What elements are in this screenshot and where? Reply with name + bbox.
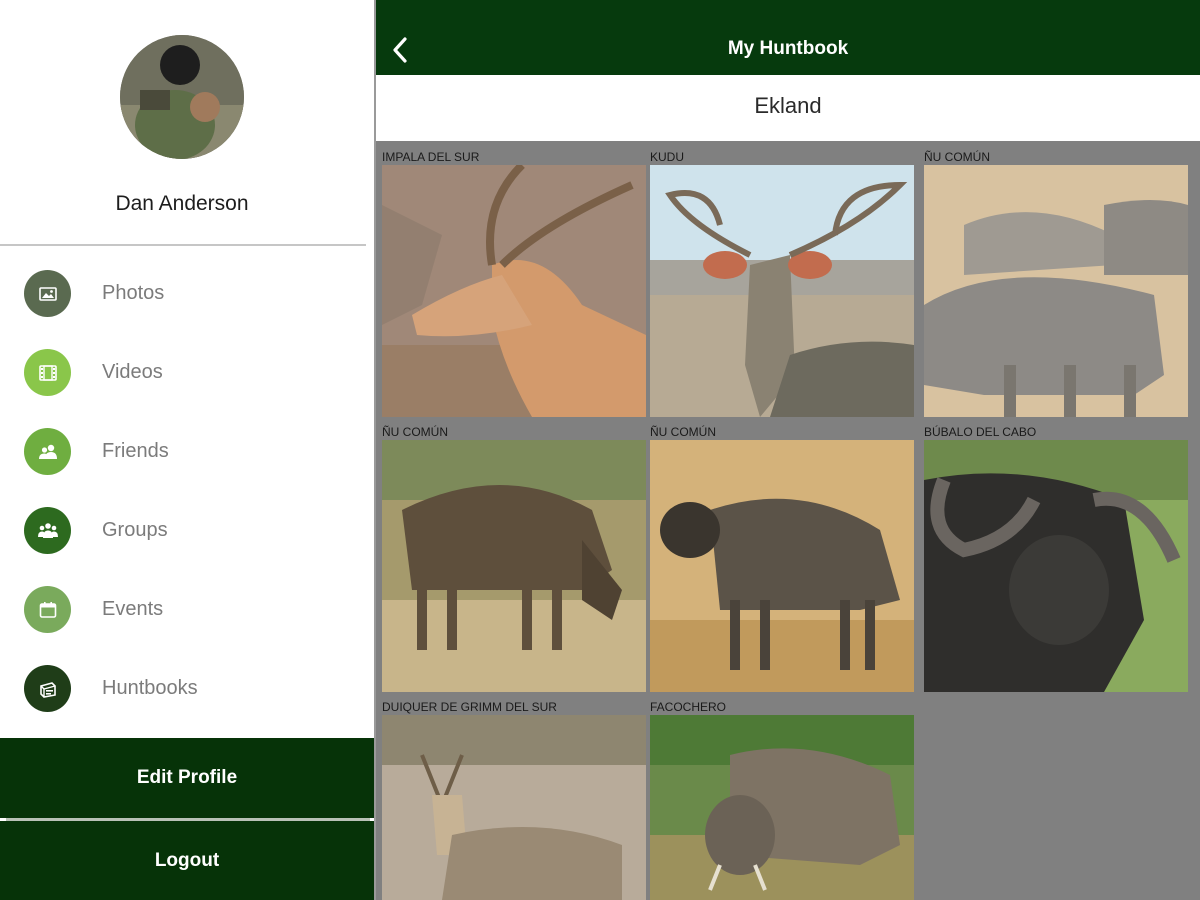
animal-photo: [924, 440, 1188, 692]
huntbook-header: Ekland: [376, 75, 1200, 141]
tile-label: IMPALA DEL SUR: [382, 150, 480, 164]
logout-button[interactable]: Logout: [0, 821, 374, 900]
sidebar-item-friends[interactable]: Friends: [0, 412, 366, 491]
sidebar-divider: [0, 244, 366, 246]
sidebar-item-label: Huntbooks: [102, 677, 198, 699]
gallery-tile[interactable]: IMPALA DEL SUR: [382, 142, 646, 417]
sidebar-item-label: Groups: [102, 519, 168, 541]
sidebar-item-events[interactable]: Events: [0, 570, 366, 649]
animal-photo: [924, 165, 1188, 417]
gallery-tile[interactable]: KUDU: [650, 142, 914, 417]
sidebar-item-groups[interactable]: Groups: [0, 491, 366, 570]
animal-photo: [650, 165, 914, 417]
sidebar-item-huntbooks[interactable]: Huntbooks: [0, 649, 366, 728]
huntbook-name: Ekland: [754, 93, 822, 118]
animal-photo: [382, 165, 646, 417]
top-bar: My Huntbook: [376, 0, 1200, 75]
sidebar-item-label: Photos: [102, 282, 165, 304]
page-title: My Huntbook: [727, 38, 849, 59]
sidebar-item-photos[interactable]: Photos: [0, 254, 366, 333]
avatar[interactable]: [120, 35, 244, 159]
animal-photo: [382, 440, 646, 692]
photo-icon: [24, 270, 71, 317]
calendar-icon: [24, 586, 71, 633]
friends-icon: [24, 428, 71, 475]
tile-label: DUIQUER DE GRIMM DEL SUR: [382, 700, 557, 714]
edit-profile-button[interactable]: Edit Profile: [0, 738, 374, 818]
user-name: Dan Anderson: [115, 192, 249, 215]
gallery-tile[interactable]: ÑU COMÚN: [650, 417, 914, 692]
book-icon: [24, 665, 71, 712]
tile-label: ÑU COMÚN: [650, 425, 716, 439]
sidebar: Dan Anderson Photos Videos Friends Group…: [0, 0, 374, 900]
tile-label: KUDU: [650, 150, 685, 164]
film-icon: [24, 349, 71, 396]
tile-label: FACOCHERO: [650, 700, 727, 714]
gallery-tile[interactable]: FACOCHERO: [650, 692, 914, 900]
sidebar-item-label: Events: [102, 598, 164, 620]
gallery-tile[interactable]: ÑU COMÚN: [382, 417, 646, 692]
sidebar-item-label: Friends: [102, 440, 169, 462]
tile-label: ÑU COMÚN: [382, 425, 448, 439]
main-content: My Huntbook Ekland IMPALA DEL SUR KUDU Ñ…: [376, 0, 1200, 900]
sidebar-item-label: Videos: [102, 361, 163, 383]
tile-label: BÚBALO DEL CABO: [924, 425, 1037, 439]
sidebar-menu: Photos Videos Friends Groups Events Hunt…: [0, 254, 366, 728]
animal-photo: [650, 715, 914, 900]
sidebar-item-videos[interactable]: Videos: [0, 333, 366, 412]
gallery-tile[interactable]: DUIQUER DE GRIMM DEL SUR: [382, 692, 646, 900]
gallery-tile[interactable]: BÚBALO DEL CABO: [924, 417, 1188, 692]
avatar-photo: [120, 35, 244, 159]
gallery-tile[interactable]: ÑU COMÚN: [924, 142, 1188, 417]
tile-label: ÑU COMÚN: [924, 150, 990, 164]
animal-photo: [382, 715, 646, 900]
groups-icon: [24, 507, 71, 554]
animal-photo: [650, 440, 914, 692]
